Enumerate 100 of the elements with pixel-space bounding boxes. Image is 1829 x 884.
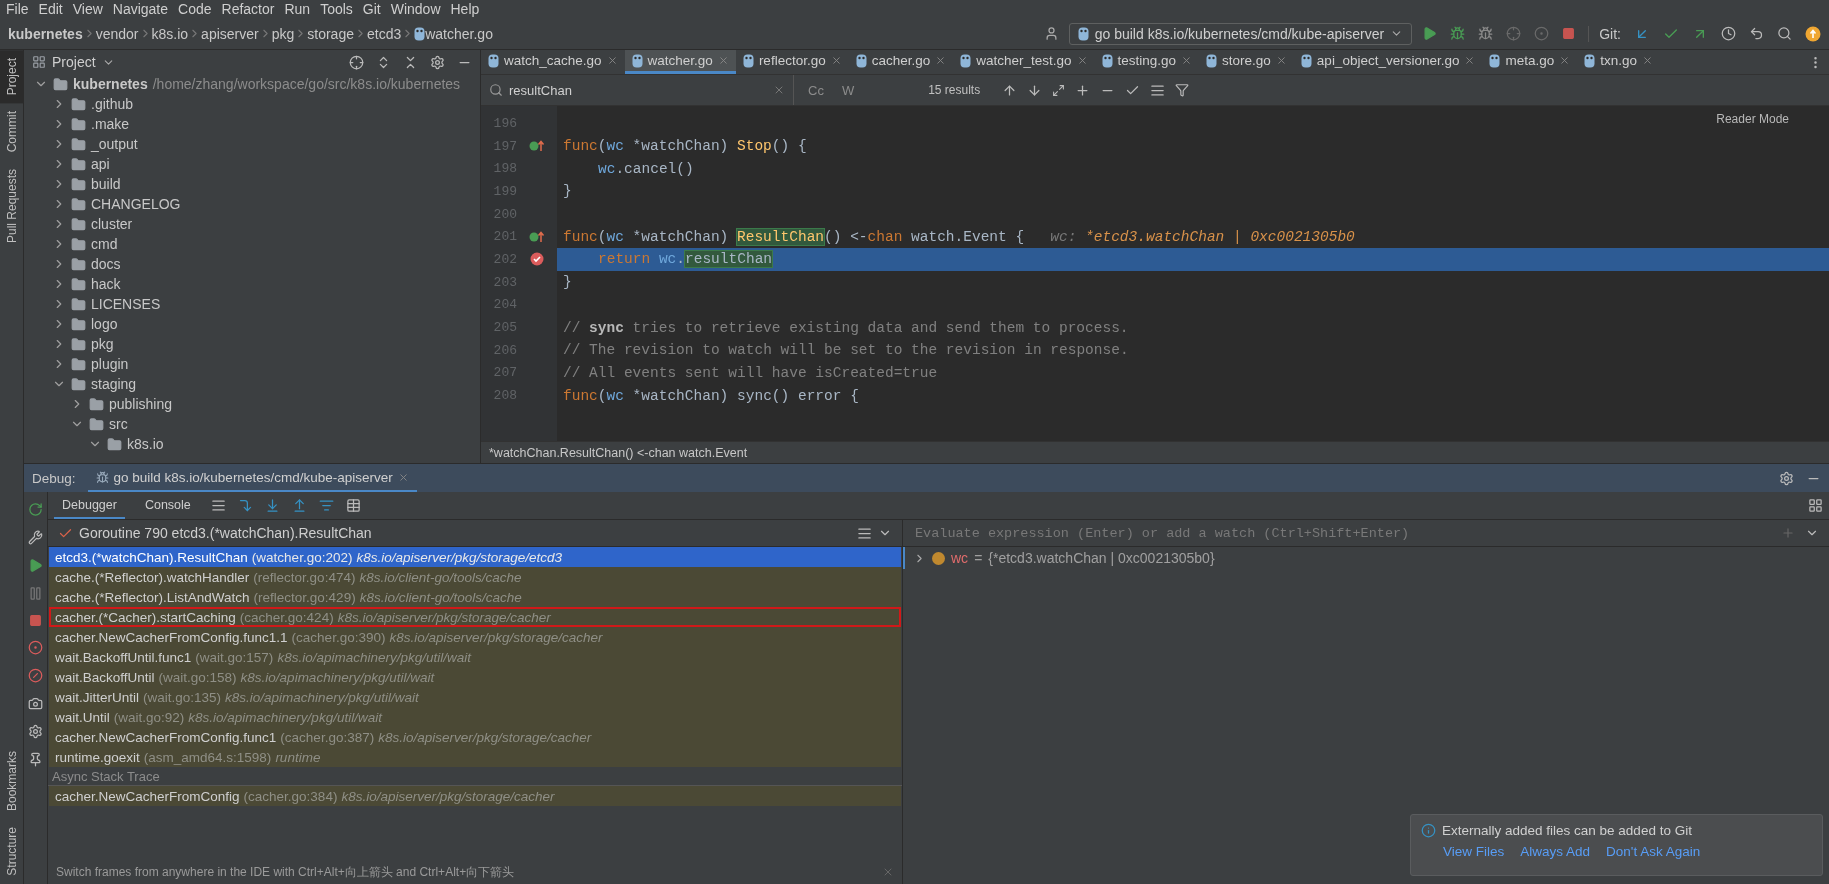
previous-icon[interactable] — [1002, 82, 1018, 98]
editor-tab[interactable]: watch_cache.go — [481, 50, 625, 74]
tree-item[interactable]: cmd — [91, 236, 118, 252]
menu-item[interactable]: File — [4, 1, 37, 17]
settings-icon[interactable] — [430, 54, 445, 70]
close-icon[interactable] — [606, 55, 618, 66]
stop-icon[interactable] — [29, 614, 42, 627]
tree-item[interactable]: CHANGELOG — [91, 196, 181, 212]
editor-tab[interactable]: txn.go — [1577, 50, 1661, 74]
debug-session-tab[interactable]: go build k8s.io/kubernetes/cmd/kube-apiserver — [87, 464, 417, 492]
run-icon[interactable] — [1422, 26, 1438, 41]
tree-item[interactable]: staging — [91, 376, 137, 392]
next-icon[interactable] — [1027, 82, 1043, 98]
search-icon[interactable] — [1777, 26, 1792, 41]
tree-item[interactable]: .github — [91, 96, 134, 112]
close-icon[interactable] — [830, 55, 842, 66]
debug-tab[interactable]: Debugger — [54, 492, 125, 519]
search-field[interactable]: resultChan — [489, 75, 794, 105]
editor-tab[interactable]: watcher.go — [624, 50, 736, 74]
menu-item[interactable]: Git — [360, 1, 389, 17]
mute-breakpoints-icon[interactable] — [28, 668, 43, 683]
tree-item[interactable]: kubernetes — [73, 76, 148, 92]
thread-selector[interactable]: Goroutine 790 etcd3.(*watchChan).ResultChan — [79, 525, 851, 541]
tree-item[interactable]: .make — [91, 116, 130, 132]
close-icon[interactable] — [397, 471, 409, 483]
breadcrumb-item[interactable]: pkg — [271, 25, 295, 42]
run-configuration-dropdown[interactable]: go build k8s.io/kubernetes/cmd/kube-apiserver — [1068, 22, 1413, 45]
camera-icon[interactable] — [28, 696, 43, 711]
settings-icon[interactable] — [1779, 470, 1794, 486]
menu-item[interactable]: Tools — [318, 1, 361, 17]
stop-icon[interactable] — [1562, 27, 1576, 40]
add-selection-icon[interactable] — [1075, 82, 1091, 98]
stack-frame[interactable]: runtime.goexit (asm_amd64.s:1598) runtime — [49, 747, 901, 767]
tree-item[interactable]: pkg — [91, 336, 114, 352]
update-notice-icon[interactable] — [1805, 25, 1821, 42]
stack-frame[interactable]: wait.Until (wait.go:92) k8s.io/apimachinery/pkg/util/wait — [49, 707, 901, 727]
breakpoints-icon[interactable] — [28, 640, 43, 655]
stack-frame[interactable]: etcd3.(*watchChan).ResultChan (watcher.go:202) k8s.io/apiserver/pkg/storage/etcd3 — [49, 547, 901, 567]
clear-icon[interactable] — [773, 84, 785, 96]
locate-icon[interactable] — [349, 54, 364, 70]
select-all-icon[interactable] — [1052, 83, 1066, 97]
tree-item[interactable]: k8s.io — [127, 436, 164, 452]
stack-frame[interactable]: cacher.(*Cacher).startCaching (cacher.go:424) k8s.io/apiserver/pkg/storage/cacher — [49, 607, 901, 627]
tool-window-tab[interactable]: Project — [0, 50, 24, 104]
pin-icon[interactable] — [28, 752, 43, 767]
tree-item[interactable]: publishing — [109, 396, 173, 412]
menu-icon[interactable] — [857, 525, 872, 541]
breadcrumb-item[interactable]: watcher.go — [425, 25, 493, 42]
menu-item[interactable]: Refactor — [219, 1, 283, 17]
tree-item[interactable]: logo — [91, 316, 118, 332]
breadcrumb-item[interactable]: etcd3 — [366, 25, 402, 42]
close-icon[interactable] — [717, 55, 729, 66]
tree-item[interactable]: LICENSES — [91, 296, 161, 312]
rerun-icon[interactable] — [28, 502, 43, 517]
breadcrumb-item[interactable]: kubernetes — [8, 25, 83, 42]
breadcrumb-item[interactable]: vendor — [95, 25, 139, 42]
menu-item[interactable]: Edit — [36, 1, 71, 17]
wrench-icon[interactable] — [28, 530, 43, 545]
implements-icon[interactable] — [529, 140, 545, 153]
breadcrumb-item[interactable]: apiserver — [201, 25, 259, 42]
editor-tab[interactable]: cacher.go — [848, 50, 954, 74]
menu-icon[interactable] — [210, 498, 226, 513]
tree-item[interactable]: build — [91, 176, 121, 192]
evaluate-field[interactable]: Evaluate expression (Enter) or add a watch (Ctrl+Shift+Enter) — [913, 524, 1771, 542]
editor-tab[interactable]: api_object_versioner.go — [1293, 50, 1483, 74]
menu-item[interactable]: Help — [448, 1, 488, 17]
run-to-cursor-icon[interactable] — [318, 498, 334, 513]
stack-frame[interactable]: cacher.NewCacherFromConfig (cacher.go:384) k8s.io/apiserver/pkg/storage/cacher — [49, 786, 901, 806]
editor-tab[interactable]: meta.go — [1482, 50, 1578, 74]
pause-icon[interactable] — [28, 586, 43, 601]
filter-lines-icon[interactable] — [1150, 82, 1166, 98]
close-icon[interactable] — [1076, 55, 1088, 66]
tool-window-tab[interactable]: Structure — [0, 819, 24, 884]
variable-row[interactable]: wc = {*etcd3.watchChan | 0xc0021305b0} — [903, 547, 1829, 569]
tree-item[interactable]: _output — [91, 136, 138, 152]
stack-frame[interactable]: cache.(*Reflector).ListAndWatch (reflector.go:429) k8s.io/client-go/tools/cache — [49, 587, 901, 607]
breadcrumb-item[interactable]: storage — [307, 25, 354, 42]
stack-frame[interactable]: wait.BackoffUntil.func1 (wait.go:157) k8s.io/apimachinery/pkg/util/wait — [49, 647, 901, 667]
tree-item[interactable]: src — [109, 416, 128, 432]
stack-frame[interactable]: cache.(*Reflector).watchHandler (reflector.go:474) k8s.io/client-go/tools/cache — [49, 567, 901, 587]
close-icon[interactable] — [935, 55, 947, 66]
debug-icon[interactable] — [1450, 26, 1466, 41]
tool-window-tab[interactable]: Commit — [0, 103, 24, 161]
history-icon[interactable] — [1721, 26, 1736, 41]
rollback-icon[interactable] — [1749, 26, 1764, 41]
step-over-icon[interactable] — [237, 498, 253, 513]
tree-item[interactable]: plugin — [91, 356, 129, 372]
filter-icon[interactable] — [1175, 83, 1190, 97]
resume-icon[interactable] — [28, 558, 43, 573]
menu-item[interactable]: View — [70, 1, 111, 17]
stack-frame[interactable]: wait.JitterUntil (wait.go:135) k8s.io/apimachinery/pkg/util/wait — [49, 687, 901, 707]
debug-tab[interactable]: Console — [136, 492, 199, 519]
coverage-icon[interactable] — [1506, 26, 1522, 41]
tool-window-tab[interactable]: Pull Requests — [0, 160, 24, 251]
reader-mode-toggle[interactable]: Reader Mode — [1716, 112, 1789, 126]
tree-item[interactable]: hack — [91, 276, 121, 292]
user-icon[interactable] — [1043, 26, 1059, 41]
menu-item[interactable]: Navigate — [110, 1, 177, 17]
close-icon[interactable] — [1559, 55, 1571, 66]
tree-item[interactable]: api — [91, 156, 110, 172]
